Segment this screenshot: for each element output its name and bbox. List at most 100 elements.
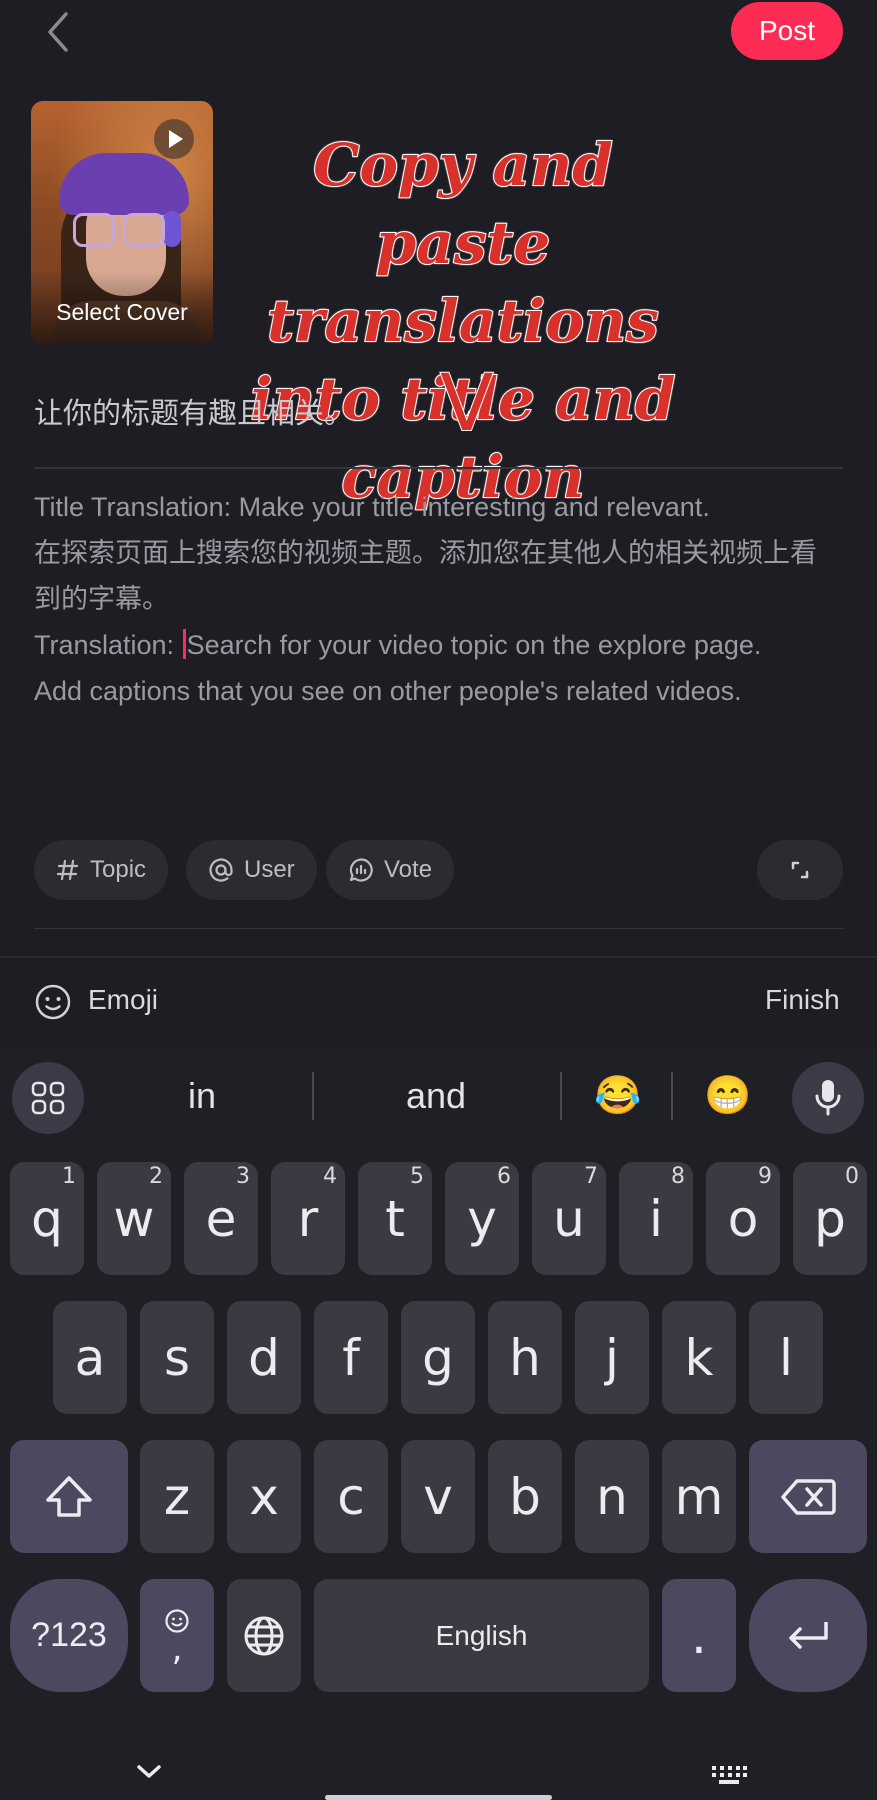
key-label: r xyxy=(297,1189,319,1248)
space-key[interactable]: English xyxy=(314,1579,649,1692)
key-label: u xyxy=(553,1189,585,1248)
voice-input-button[interactable] xyxy=(792,1062,864,1134)
key-n[interactable]: n xyxy=(575,1440,649,1553)
topic-chip-label: Topic xyxy=(90,856,147,883)
select-cover-thumbnail[interactable]: Select Cover xyxy=(31,101,213,344)
topic-chip[interactable]: Topic xyxy=(34,840,169,900)
language-key[interactable] xyxy=(227,1579,301,1692)
key-z[interactable]: z xyxy=(140,1440,214,1553)
user-chip-label: User xyxy=(244,856,295,883)
post-button[interactable]: Post xyxy=(731,2,843,60)
key-d[interactable]: d xyxy=(227,1301,301,1414)
key-c[interactable]: c xyxy=(314,1440,388,1553)
at-icon xyxy=(208,857,234,883)
key-h[interactable]: h xyxy=(488,1301,562,1414)
key-number: 5 xyxy=(410,1164,424,1189)
key-y[interactable]: y6 xyxy=(445,1162,519,1275)
emoji-label[interactable]: Emoji xyxy=(88,984,158,1016)
vote-icon xyxy=(348,857,374,883)
key-v[interactable]: v xyxy=(401,1440,475,1553)
key-f[interactable]: f xyxy=(314,1301,388,1414)
key-label: o xyxy=(727,1189,759,1248)
hide-keyboard-button[interactable] xyxy=(134,1762,164,1786)
suggestion[interactable]: in xyxy=(102,1072,302,1120)
key-label: i xyxy=(649,1189,663,1248)
key-r[interactable]: r4 xyxy=(271,1162,345,1275)
key-label: t xyxy=(385,1189,405,1248)
key-t[interactable]: t5 xyxy=(358,1162,432,1275)
key-b[interactable]: b xyxy=(488,1440,562,1553)
key-x[interactable]: x xyxy=(227,1440,301,1553)
key-label: e xyxy=(205,1189,237,1248)
hide-keyboard-icon xyxy=(137,1765,161,1778)
key-e[interactable]: e3 xyxy=(184,1162,258,1275)
key-number: 9 xyxy=(758,1164,772,1189)
finish-button[interactable]: Finish xyxy=(765,984,840,1016)
key-label: p xyxy=(814,1189,846,1248)
caption-line: Add captions that you see on other peopl… xyxy=(34,676,742,706)
chips-divider xyxy=(34,928,843,929)
period-key[interactable]: . xyxy=(662,1579,736,1692)
key-q[interactable]: q1 xyxy=(10,1162,84,1275)
key-i[interactable]: i8 xyxy=(619,1162,693,1275)
enter-key[interactable] xyxy=(749,1579,867,1692)
key-o[interactable]: o9 xyxy=(706,1162,780,1275)
play-icon xyxy=(169,130,183,148)
comma-label: , xyxy=(171,1628,183,1669)
key-s[interactable]: s xyxy=(140,1301,214,1414)
title-divider xyxy=(34,467,843,469)
emoji-bar-divider xyxy=(0,956,877,958)
key-l[interactable]: l xyxy=(749,1301,823,1414)
caption-field[interactable]: Title Translation: Make your title inter… xyxy=(34,484,834,714)
back-chevron-icon xyxy=(48,12,68,52)
key-a[interactable]: a xyxy=(53,1301,127,1414)
key-u[interactable]: u7 xyxy=(532,1162,606,1275)
hash-icon xyxy=(56,858,80,882)
backspace-key[interactable] xyxy=(749,1440,867,1553)
suggestion[interactable]: and xyxy=(325,1072,547,1120)
key-j[interactable]: j xyxy=(575,1301,649,1414)
key-w[interactable]: w2 xyxy=(97,1162,171,1275)
key-number: 4 xyxy=(323,1164,337,1189)
key-p[interactable]: p0 xyxy=(793,1162,867,1275)
caption-line: Translation: Search for your video topic… xyxy=(34,622,834,668)
suggestion-divider xyxy=(671,1072,673,1120)
user-chip[interactable]: User xyxy=(186,840,317,900)
expand-button[interactable] xyxy=(757,840,843,900)
suggestion[interactable]: 😁 xyxy=(685,1072,771,1120)
expand-icon xyxy=(791,861,809,879)
caption-line: 在探索页面上搜索您的视频主题。添加您在其他人的相关视频上看到的字幕。 xyxy=(34,538,817,614)
key-number: 2 xyxy=(149,1164,163,1189)
keyboard-switch-button[interactable] xyxy=(710,1764,748,1790)
shift-icon xyxy=(46,1475,92,1517)
suggestion-divider xyxy=(560,1072,562,1120)
title-field[interactable]: 让你的标题有趣且相关。 xyxy=(34,390,353,432)
apps-button[interactable] xyxy=(12,1062,84,1134)
key-g[interactable]: g xyxy=(401,1301,475,1414)
key-k[interactable]: k xyxy=(662,1301,736,1414)
shift-key[interactable] xyxy=(10,1440,128,1553)
enter-icon xyxy=(789,1621,828,1649)
mic-icon xyxy=(815,1080,841,1116)
key-m[interactable]: m xyxy=(662,1440,736,1553)
smiley-icon xyxy=(35,984,71,1020)
suggestion-divider xyxy=(312,1072,314,1120)
vote-chip[interactable]: Vote xyxy=(326,840,455,900)
text-cursor xyxy=(182,629,186,659)
caption-text: Translation: xyxy=(34,630,182,660)
key-number: 8 xyxy=(671,1164,685,1189)
apps-grid-icon xyxy=(31,1081,65,1115)
vote-chip-label: Vote xyxy=(384,856,433,883)
gesture-bar xyxy=(325,1795,552,1800)
suggestion[interactable]: 😂 xyxy=(575,1072,661,1120)
emoji-comma-key[interactable]: , xyxy=(140,1579,214,1692)
key-number: 7 xyxy=(584,1164,598,1189)
key-label: w xyxy=(113,1189,155,1248)
keyboard-switch-icon xyxy=(712,1766,747,1784)
caption-line: Title Translation: Make your title inter… xyxy=(34,492,710,522)
back-button[interactable] xyxy=(40,8,80,56)
backspace-icon xyxy=(781,1478,836,1515)
symbols-key[interactable]: ?123 xyxy=(10,1579,128,1692)
emoji-button[interactable] xyxy=(34,983,72,1025)
play-button[interactable] xyxy=(154,119,194,159)
